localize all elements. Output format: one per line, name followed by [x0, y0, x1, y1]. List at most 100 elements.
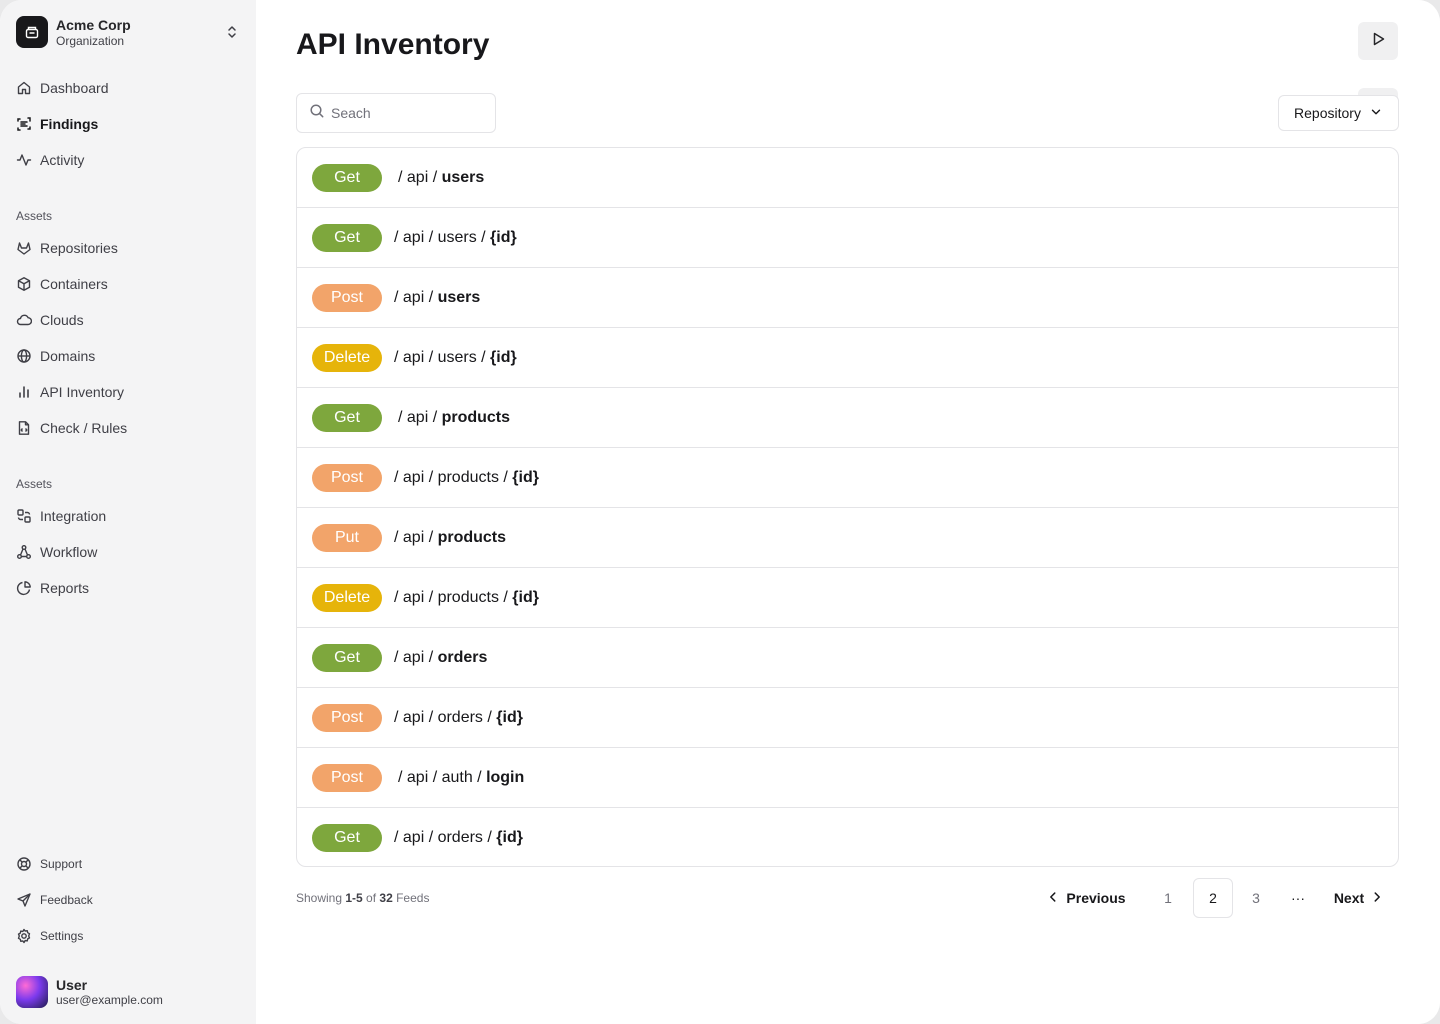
sidebar-item-dashboard[interactable]: Dashboard — [16, 76, 240, 100]
table-row[interactable]: Put / api / products — [297, 508, 1398, 568]
org-switcher[interactable]: Acme Corp Organization — [16, 16, 248, 48]
user-menu[interactable]: User user@example.com — [16, 976, 240, 1008]
chevrons-up-down-icon[interactable] — [224, 24, 240, 40]
play-icon — [1370, 31, 1386, 52]
table-row[interactable]: Get / api / orders — [297, 628, 1398, 688]
sidebar-item-label: Check / Rules — [40, 420, 128, 436]
sidebar-item-workflow[interactable]: Workflow — [16, 540, 240, 564]
previous-page-button[interactable]: Previous — [1040, 878, 1132, 918]
gear-icon — [16, 928, 32, 944]
method-badge: Get — [312, 403, 382, 432]
repository-filter-select[interactable]: Repository — [1278, 95, 1399, 131]
sidebar-item-label: Workflow — [40, 544, 98, 560]
sidebar-item-label: Containers — [40, 276, 108, 292]
run-button[interactable] — [1358, 22, 1398, 60]
endpoint-path: / api / orders / {id} — [394, 709, 523, 727]
sidebar-item-reports[interactable]: Reports — [16, 576, 240, 600]
endpoint-path: / api / users / {id} — [394, 349, 517, 367]
sidebar-item-clouds[interactable]: Clouds — [16, 308, 240, 332]
table-row[interactable]: Get / api / products — [297, 388, 1398, 448]
page-button-3[interactable]: 3 — [1236, 878, 1276, 918]
sidebar-item-check-rules[interactable]: Check / Rules — [16, 416, 240, 440]
endpoint-path-prefix: / api / — [398, 408, 442, 426]
org-subtitle: Organization — [56, 33, 125, 48]
sidebar-item-domains[interactable]: Domains — [16, 344, 240, 368]
table-row[interactable]: Post / api / auth / login — [297, 748, 1398, 808]
endpoint-path: / api / products / {id} — [394, 469, 539, 487]
table-row[interactable]: Post / api / orders / {id} — [297, 688, 1398, 748]
summary-suffix: Feeds — [392, 891, 430, 905]
sidebar-item-label: Repositories — [40, 240, 118, 256]
endpoint-path-prefix: / api / — [394, 528, 438, 546]
sidebar-item-settings[interactable]: Settings — [16, 924, 240, 948]
sidebar-item-activity[interactable]: Activity — [16, 148, 240, 172]
summary-total: 32 — [379, 891, 393, 905]
life-buoy-icon — [16, 856, 32, 872]
search-icon — [309, 103, 325, 124]
endpoint-path-prefix: / api / — [394, 288, 438, 306]
pagination-ellipsis: ··· — [1291, 890, 1305, 906]
cloud-icon — [16, 312, 32, 328]
sidebar-item-label: Clouds — [40, 312, 84, 328]
table-row[interactable]: Post / api / products / {id} — [297, 448, 1398, 508]
search-box — [296, 93, 496, 133]
method-badge: Delete — [312, 583, 382, 612]
home-icon — [16, 80, 32, 96]
main-content: API Inventory Repository Get / api / use… — [256, 0, 1440, 1024]
method-badge: Post — [312, 283, 382, 312]
table-row[interactable]: Post / api / users — [297, 268, 1398, 328]
endpoint-path-prefix: / api / — [398, 168, 442, 186]
table-row[interactable]: Get / api / users — [297, 148, 1398, 208]
page-button-2[interactable]: 2 — [1193, 878, 1233, 918]
method-badge: Post — [312, 463, 382, 492]
table-row[interactable]: Delete / api / users / {id} — [297, 328, 1398, 388]
endpoint-path-resource: orders — [437, 648, 488, 666]
bar-chart-icon — [16, 384, 32, 400]
endpoint-path: / api / users — [394, 289, 480, 307]
endpoint-path-resource: products — [441, 408, 511, 426]
sidebar-item-containers[interactable]: Containers — [16, 272, 240, 296]
box-icon — [16, 276, 32, 292]
method-badge: Get — [312, 824, 382, 852]
summary-range: 1-5 — [345, 891, 363, 905]
endpoint-path-resource: {id} — [490, 228, 517, 246]
sidebar-item-integration[interactable]: Integration — [16, 504, 240, 528]
sidebar-item-label: Settings — [40, 929, 84, 943]
sidebar-item-findings[interactable]: Findings — [16, 112, 240, 136]
sidebar-item-api-inventory[interactable]: API Inventory — [16, 380, 240, 404]
workflow-icon — [16, 544, 32, 560]
endpoint-path-resource: {id} — [496, 829, 523, 846]
endpoint-path: / api / orders — [394, 649, 487, 667]
method-badge: Get — [312, 163, 382, 192]
next-label: Next — [1333, 890, 1365, 906]
endpoint-path-resource: users — [441, 168, 485, 186]
pagination-summary: Showing 1-5 of 32 Feeds — [296, 891, 429, 905]
endpoint-path-prefix: / api / products / — [394, 468, 513, 486]
method-badge: Get — [312, 643, 382, 672]
endpoint-path: / api / products — [394, 529, 506, 547]
table-row[interactable]: Get / api / users / {id} — [297, 208, 1398, 268]
sidebar-item-label: Findings — [40, 116, 99, 132]
summary-prefix: Showing — [296, 891, 346, 905]
endpoint-path-resource: {id} — [490, 348, 517, 366]
sidebar-item-label: Feedback — [40, 893, 93, 907]
endpoint-path-prefix: / api / users / — [394, 228, 491, 246]
endpoint-path-prefix: / api / auth / — [398, 768, 487, 786]
org-name: Acme Corp — [56, 16, 131, 33]
method-badge: Post — [312, 703, 382, 732]
endpoint-path: / api / users / {id} — [394, 229, 517, 247]
summary-of: of — [362, 891, 380, 905]
table-row[interactable]: Delete / api / products / {id} — [297, 568, 1398, 628]
search-input[interactable] — [331, 105, 481, 121]
sidebar-item-repositories[interactable]: Repositories — [16, 236, 240, 260]
user-name: User — [56, 977, 88, 993]
table-row[interactable]: Get / api / orders / {id} — [297, 808, 1398, 866]
next-page-button[interactable]: Next — [1326, 878, 1392, 918]
page-button-1[interactable]: 1 — [1148, 878, 1188, 918]
gitlab-icon — [16, 240, 32, 256]
previous-label: Previous — [1066, 890, 1126, 906]
sidebar-item-support[interactable]: Support — [16, 852, 240, 876]
sidebar-item-label: Support — [40, 857, 83, 871]
sidebar-item-feedback[interactable]: Feedback — [16, 888, 240, 912]
sidebar-item-label: API Inventory — [40, 384, 125, 400]
